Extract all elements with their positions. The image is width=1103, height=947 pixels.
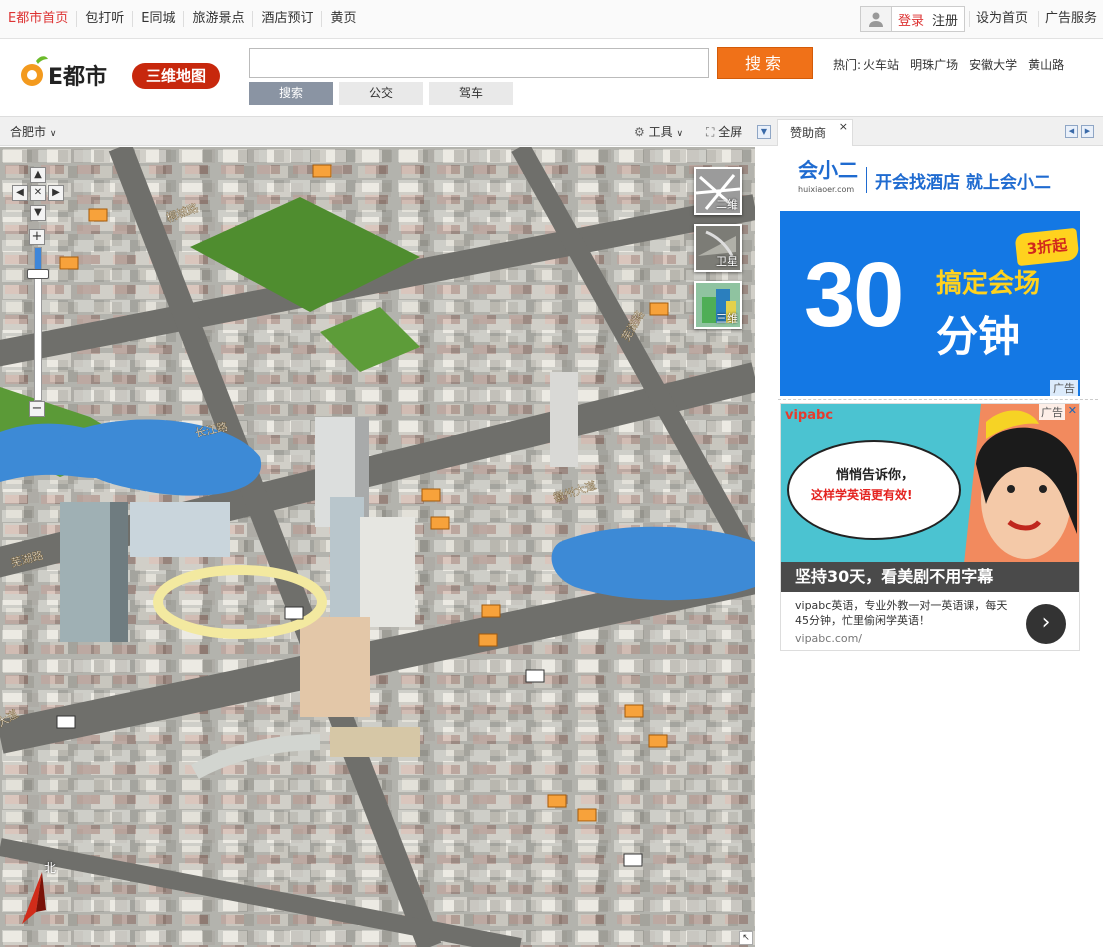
ad2-image: vipabc 悄悄告诉你， 这样学英语更有效! 坚持30天，看美剧不用字幕 <box>781 404 1079 592</box>
hot-searches: 热门: 火车站 明珠广场 安徽大学 黄山路 <box>833 56 1075 73</box>
zoom-out-button[interactable]: − <box>29 401 45 417</box>
divider <box>866 167 867 193</box>
fullscreen-label: 全屏 <box>718 125 743 139</box>
hot-link-huangshan-road[interactable]: 黄山路 <box>1028 56 1064 73</box>
map-mode-label: 卫星 <box>716 255 738 268</box>
hot-link-anhui-university[interactable]: 安徽大学 <box>969 56 1017 73</box>
pan-left-icon[interactable]: ◀ <box>12 185 28 201</box>
hot-link-train-station[interactable]: 火车站 <box>863 56 899 73</box>
map-mode-label: 三维 <box>716 312 738 325</box>
ad2-bubble-line1: 悄悄告诉你， <box>836 468 915 483</box>
ad1-line2: 分钟 <box>936 312 1021 361</box>
chevron-right-icon[interactable]: › <box>1026 604 1066 644</box>
ad-label: 广告 <box>1050 380 1078 396</box>
set-home-link[interactable]: 设为首页 <box>968 11 1034 27</box>
ad1-number: 30 <box>804 244 904 346</box>
close-icon[interactable]: × <box>839 114 848 140</box>
hot-label: 热门: <box>833 58 862 72</box>
user-box: 登录 注册 <box>859 6 965 32</box>
ad1-banner[interactable]: 30 搞定会场 分钟 3折起 广告 <box>780 211 1080 396</box>
chevron-down-icon: ∨ <box>49 129 57 139</box>
tools-label: 工具 <box>648 125 673 139</box>
fullscreen-icon: ⛶ <box>706 125 715 139</box>
ad1-line1: 搞定会场 <box>936 269 1041 299</box>
nav-link-etongcheng[interactable]: E同城 <box>133 11 185 27</box>
city-3d-render: 桐城路 芜湖路 长江路 徽州大道 芜湖路 大道 <box>0 147 755 947</box>
ad1-brand: 会小二 <box>798 158 858 182</box>
nav-link-hotel[interactable]: 酒店预订 <box>253 11 323 27</box>
close-icon[interactable]: ✕ <box>1068 404 1077 417</box>
search-mode-tabs: 搜索 公交 驾车 <box>249 82 519 105</box>
sidebar-pager: ◀ ▶ <box>1062 125 1094 138</box>
header: E都市 三维地图 搜索 搜索 公交 驾车 热门: 火车站 明珠广场 安徽大学 黄… <box>0 39 1103 115</box>
tab-bus[interactable]: 公交 <box>339 82 423 105</box>
hot-link-mingzhu-square[interactable]: 明珠广场 <box>910 56 958 73</box>
search-input[interactable] <box>249 48 709 78</box>
ad2-banner[interactable]: vipabc 悄悄告诉你， 这样学英语更有效! 坚持30天，看美剧不用字幕 vi… <box>780 403 1080 651</box>
tools-menu[interactable]: ⚙ 工具 ∨ <box>634 123 683 140</box>
ad1-slogan: 开会找酒店 就上会小二 <box>875 172 1051 193</box>
logo-text: E都市 <box>48 64 107 89</box>
login-link[interactable]: 登录 <box>892 10 930 29</box>
pan-right-icon[interactable]: ▶ <box>48 185 64 201</box>
map-mode-3d-button[interactable]: 三维 <box>694 281 742 329</box>
ad1-brand-sub: huixiaoer.com <box>798 185 855 194</box>
nav-link-home[interactable]: E都市首页 <box>0 11 78 27</box>
fullscreen-button[interactable]: ⛶ 全屏 <box>706 123 742 140</box>
map-toolbar: 合肥市 ∨ ⚙ 工具 ∨ ⛶ 全屏 ▼ <box>0 116 775 146</box>
chevron-down-icon: ∨ <box>676 129 684 139</box>
pan-down-icon[interactable]: ▼ <box>30 205 46 221</box>
ad-label: 广告 <box>1039 404 1065 420</box>
ad1-header[interactable]: 会小二 huixiaoer.com 开会找酒店 就上会小二 <box>798 160 1068 200</box>
city-name: 合肥市 <box>10 125 47 139</box>
pan-up-icon[interactable]: ▲ <box>30 167 46 183</box>
city-selector[interactable]: 合肥市 ∨ <box>10 123 56 140</box>
map-mode-satellite-button[interactable]: 卫星 <box>694 224 742 272</box>
top-nav: E都市首页 包打听 E同城 旅游景点 酒店预订 黄页 登录 注册 设为首页 广告… <box>0 0 1103 39</box>
compass-icon: 北 <box>12 861 64 932</box>
map-mode-2d-button[interactable]: 二维 <box>694 167 742 215</box>
ad2-headline: 坚持30天，看美剧不用字幕 <box>781 562 1079 592</box>
resize-handle-icon[interactable]: ↖ <box>739 931 753 945</box>
tab-search[interactable]: 搜索 <box>249 82 333 105</box>
vipabc-logo: vipabc <box>785 408 834 423</box>
nav-link-yellowpages[interactable]: 黄页 <box>322 11 364 27</box>
ad2-url[interactable]: vipabc.com/ <box>795 632 862 645</box>
tab-drive[interactable]: 驾车 <box>429 82 513 105</box>
user-area: 登录 注册 设为首页 广告服务 <box>859 6 1103 32</box>
ad1-discount-tag: 3折起 <box>1014 227 1080 267</box>
gear-icon: ⚙ <box>634 125 645 139</box>
ad2-bubble-line2: 这样学英语更有效! <box>811 488 913 502</box>
zoom-slider-thumb[interactable] <box>27 269 49 279</box>
ad2-description: vipabc英语，专业外教一对一英语课，每天45分钟，忙里偷闲学英语！ <box>795 599 1008 627</box>
sidebar-header: 赞助商 × ◀ ▶ <box>775 116 1103 146</box>
nav-link-travel[interactable]: 旅游景点 <box>184 11 254 27</box>
site-logo[interactable]: E都市 <box>18 53 126 90</box>
map-canvas[interactable]: 桐城路 芜湖路 长江路 徽州大道 芜湖路 大道 ▲ ◀ ✕ ▶ ▼ + − 二维… <box>0 147 755 947</box>
ad-service-link[interactable]: 广告服务 <box>1037 11 1103 27</box>
nav-link-baodating[interactable]: 包打听 <box>77 11 134 27</box>
site-links: E都市首页 包打听 E同城 旅游景点 酒店预订 黄页 <box>0 0 365 38</box>
3d-map-badge: 三维地图 <box>132 63 220 89</box>
tab-sponsor[interactable]: 赞助商 × <box>777 119 853 146</box>
avatar-icon <box>860 7 892 31</box>
divider <box>778 399 1098 400</box>
sponsor-tab-label: 赞助商 <box>790 126 827 140</box>
map-mode-label: 二维 <box>716 198 738 211</box>
pan-reset-icon[interactable]: ✕ <box>30 185 46 201</box>
huixiaoer-logo: 会小二 huixiaoer.com <box>798 160 858 200</box>
register-link[interactable]: 注册 <box>930 10 964 29</box>
prev-arrow-icon[interactable]: ◀ <box>1065 125 1078 138</box>
next-arrow-icon[interactable]: ▶ <box>1081 125 1094 138</box>
search-button[interactable]: 搜索 <box>717 47 813 79</box>
compass-north-label: 北 <box>44 861 57 875</box>
zoom-in-button[interactable]: + <box>29 229 45 245</box>
collapse-toggle-icon[interactable]: ▼ <box>757 125 771 139</box>
